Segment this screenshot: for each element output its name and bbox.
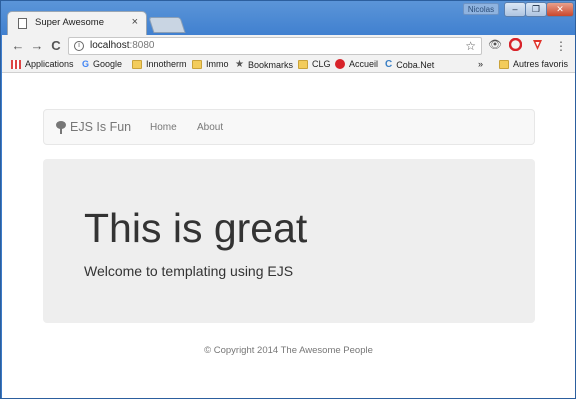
opera-icon[interactable] bbox=[508, 37, 522, 52]
bookmark-label: Immo bbox=[206, 59, 229, 69]
menu-icon[interactable]: ⋮ bbox=[553, 38, 569, 54]
bookmark-label: CLG bbox=[312, 59, 331, 69]
bookmark-innotherm[interactable]: Innotherm bbox=[132, 59, 187, 69]
tab-close-icon[interactable]: × bbox=[132, 16, 138, 28]
bookmark-label: Accueil bbox=[349, 59, 379, 69]
brand-label: EJS Is Fun bbox=[70, 120, 132, 134]
tab-strip: Super Awesome × Nicolas – ❐ ✕ bbox=[1, 1, 576, 35]
star-icon: ★ bbox=[235, 59, 244, 70]
tab-title: Super Awesome bbox=[35, 17, 105, 28]
page-viewport: EJS Is Fun Home About This is great Welc… bbox=[2, 73, 575, 398]
url-port: :8080 bbox=[129, 40, 155, 51]
bookmark-clg[interactable]: CLG bbox=[298, 59, 331, 69]
bookmark-immo[interactable]: Immo bbox=[192, 59, 229, 69]
minimize-button[interactable]: – bbox=[504, 2, 526, 17]
url-host: localhost bbox=[90, 40, 130, 51]
maximize-button[interactable]: ❐ bbox=[525, 2, 547, 17]
bookmark-applications[interactable]: Applications bbox=[11, 59, 74, 69]
new-tab-button[interactable] bbox=[148, 17, 186, 33]
back-button[interactable]: ← bbox=[10, 38, 26, 54]
eye-icon[interactable]: 👁 bbox=[488, 38, 502, 52]
nav-home[interactable]: Home bbox=[150, 122, 177, 133]
shield-icon[interactable] bbox=[530, 38, 544, 52]
accueil-icon bbox=[335, 59, 345, 69]
folder-icon bbox=[499, 59, 509, 69]
bookmark-label: Bookmarks bbox=[247, 59, 293, 70]
nav-about[interactable]: About bbox=[197, 122, 223, 133]
bookmarks-overflow-button[interactable]: » bbox=[478, 59, 483, 69]
close-window-button[interactable]: ✕ bbox=[546, 2, 574, 17]
bookmark-label: Innotherm bbox=[146, 59, 187, 69]
folder-icon bbox=[298, 59, 308, 69]
tab-super-awesome[interactable]: Super Awesome × bbox=[7, 11, 147, 35]
bookmark-label: Coba.Net bbox=[396, 59, 435, 70]
bookmark-label: Google bbox=[93, 59, 123, 69]
reload-button[interactable]: C bbox=[48, 38, 64, 54]
folder-icon bbox=[192, 59, 202, 69]
bookmark-accueil[interactable]: Accueil bbox=[335, 59, 378, 69]
lead-text: Welcome to templating using EJS bbox=[84, 263, 294, 279]
tree-icon bbox=[56, 120, 66, 134]
page-title: This is great bbox=[84, 205, 308, 251]
footer-copyright: © Copyright 2014 The Awesome People bbox=[204, 345, 373, 356]
url-text[interactable]: localhost:8080 bbox=[90, 40, 155, 51]
bookmark-star-icon[interactable]: ☆ bbox=[465, 39, 476, 53]
apps-grid-icon bbox=[11, 59, 21, 69]
bookmarks-bar: Applications G Google Innotherm Immo ★ Boo… bbox=[2, 57, 575, 73]
bookmark-bookmarks[interactable]: ★ Bookmarks bbox=[235, 59, 293, 70]
coba-icon: C bbox=[385, 59, 393, 70]
profile-badge[interactable]: Nicolas bbox=[463, 3, 499, 15]
bookmark-coba-net[interactable]: C Coba.Net bbox=[385, 59, 434, 70]
bookmark-label: Autres favoris bbox=[513, 59, 569, 69]
folder-icon bbox=[132, 59, 142, 69]
info-icon[interactable]: i bbox=[74, 41, 84, 51]
address-bar[interactable]: i localhost:8080 ☆ bbox=[68, 37, 482, 55]
jumbotron: This is great Welcome to templating usin… bbox=[43, 159, 535, 323]
bookmark-other-favorites[interactable]: Autres favoris bbox=[499, 59, 568, 69]
google-icon: G bbox=[82, 59, 90, 69]
brand-link[interactable]: EJS Is Fun bbox=[56, 120, 131, 134]
browser-toolbar: ← → C i localhost:8080 ☆ 👁 ⋮ bbox=[2, 35, 575, 57]
browser-window: Super Awesome × Nicolas – ❐ ✕ ← → C i lo… bbox=[0, 0, 576, 399]
bookmark-google[interactable]: G Google bbox=[82, 59, 122, 69]
bookmark-label: Applications bbox=[25, 59, 74, 69]
document-icon bbox=[18, 18, 27, 29]
site-navbar: EJS Is Fun Home About bbox=[43, 109, 535, 145]
forward-button[interactable]: → bbox=[29, 38, 45, 54]
